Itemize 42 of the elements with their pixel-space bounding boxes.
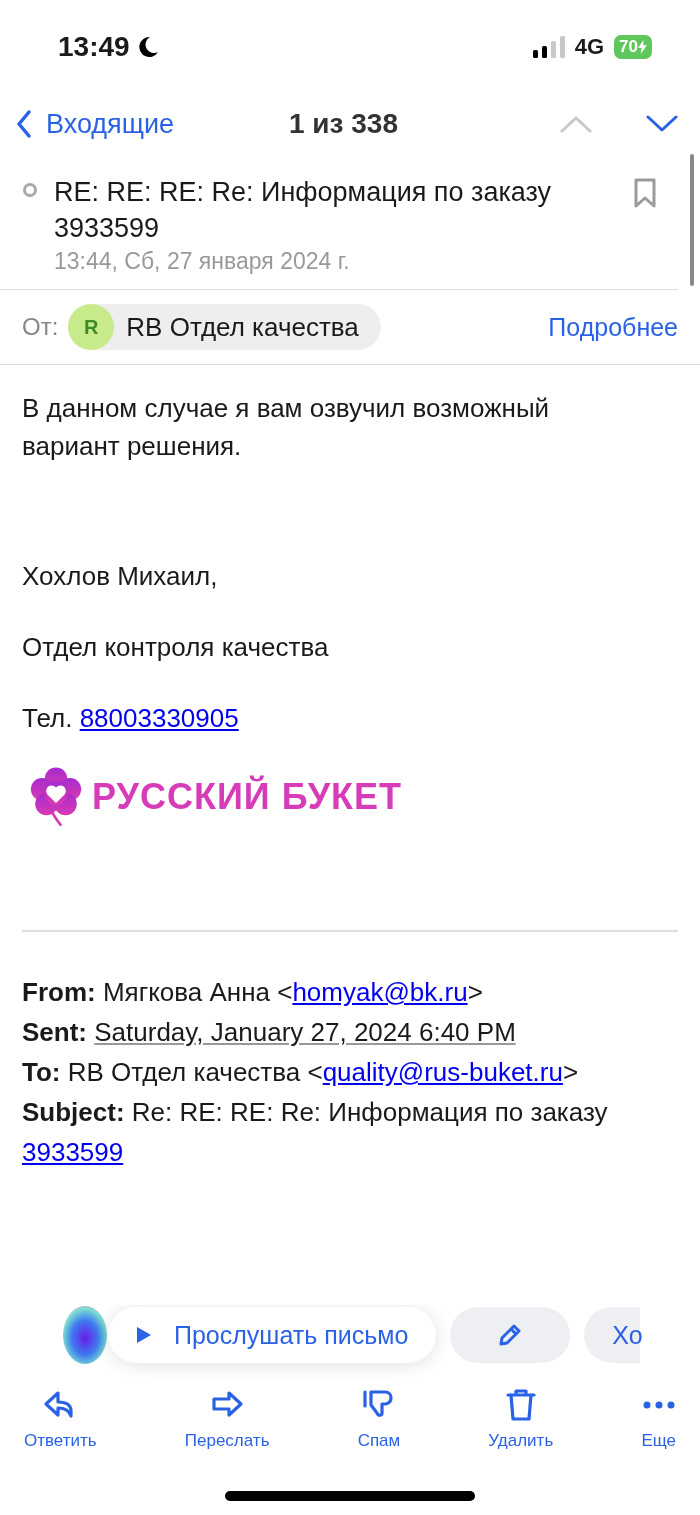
quoted-link[interactable]: homyak@bk.ru (292, 977, 468, 1007)
email-subject: RE: RE: RE: Re: Информация по заказу 3933599 (54, 176, 553, 245)
play-icon (136, 1326, 152, 1344)
assistant-orb-icon[interactable] (62, 1305, 108, 1365)
phone-link[interactable]: 88003330905 (79, 703, 239, 733)
toolbar-button[interactable]: Переслать (184, 1387, 270, 1451)
from-label: От: (22, 313, 59, 341)
sender-avatar: R (68, 304, 115, 350)
message-text: В данном случае я вам озвучил возможный вариант решения. (22, 392, 551, 463)
toolbar-button[interactable]: Еще (641, 1387, 676, 1451)
quoted-header-line: Subject: Re: RE: RE: Re: Информация по заказу 3933599 (22, 1096, 609, 1169)
toolbar-button[interactable]: Ответить (24, 1387, 97, 1451)
edit-button[interactable] (450, 1307, 571, 1363)
message-counter: 1 из 338 (289, 108, 398, 140)
signature-department: Отдел контроля качества (22, 632, 330, 663)
bookmark-icon[interactable] (634, 178, 656, 208)
email-date: 13:44, Сб, 27 января 2024 г. (54, 248, 351, 275)
quoted-header-line: To: RB Отдел качества <quality@rus-buket.ru> (22, 1056, 580, 1089)
quoted-header-line: From: Мягкова Анна <homyak@bk.ru> (22, 976, 484, 1009)
quoted-header-line: Sent: Saturday, January 27, 2024 6:40 PM (22, 1016, 517, 1049)
toolbar-button[interactable]: Спам (357, 1387, 401, 1451)
phone-line: Тел. 88003330905 (22, 703, 240, 734)
flower-heart-icon (30, 766, 82, 828)
toolbar-button[interactable]: Удалить (488, 1387, 554, 1451)
more-icon (642, 1401, 675, 1409)
logo-text: РУССКИЙ БУКЕТ (92, 776, 402, 818)
quoted-link[interactable]: quality@rus-buket.ru (322, 1057, 563, 1087)
details-link[interactable]: Подробнее (548, 312, 678, 342)
signature-name: Хохлов Михаил, (22, 561, 219, 592)
status-time: 13:49 (58, 31, 130, 63)
next-message-icon[interactable] (646, 115, 678, 133)
battery-indicator: 70 (614, 35, 652, 59)
sender-name: RB Отдел качества (126, 311, 359, 343)
network-label: 4G (574, 34, 605, 60)
listen-button[interactable]: Прослушать письмо (108, 1307, 437, 1363)
suggestion-chip[interactable]: Хо (584, 1307, 641, 1363)
quoted-link[interactable]: 3933599 (22, 1137, 124, 1167)
signal-icon (532, 36, 565, 58)
read-status-icon (22, 182, 38, 198)
back-button[interactable]: Входящие (16, 108, 174, 140)
sender-chip[interactable]: R RB Отдел качества (68, 304, 381, 350)
back-chevron-icon[interactable] (16, 110, 32, 138)
